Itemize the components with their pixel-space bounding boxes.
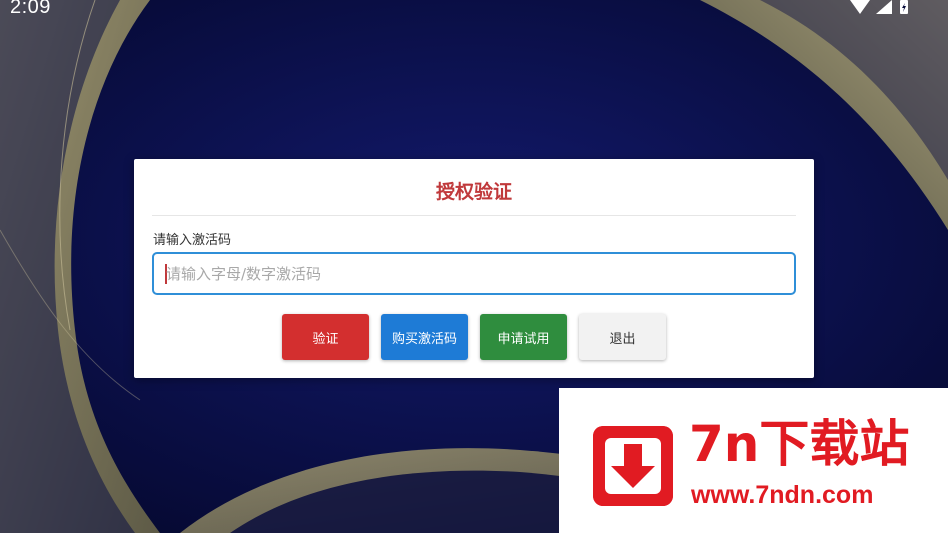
- exit-button[interactable]: 退出: [579, 314, 666, 360]
- app-screen: 2:09 授权验证 请输入激活码 请输入字母/数字激活码 验证 购买激活码 申请…: [0, 0, 948, 533]
- buy-activation-code-button[interactable]: 购买激活码: [381, 314, 468, 360]
- status-icons: [850, 0, 910, 14]
- watermark-brand: 7n下载站: [689, 415, 910, 473]
- activation-code-input[interactable]: 请输入字母/数字激活码: [152, 252, 796, 295]
- request-trial-button[interactable]: 申请试用: [480, 314, 567, 360]
- license-dialog: 授权验证 请输入激活码 请输入字母/数字激活码 验证 购买激活码 申请试用 退出: [134, 159, 814, 378]
- watermark-url: www.7ndn.com: [691, 481, 874, 509]
- cellular-signal-icon: [876, 0, 892, 14]
- verify-button[interactable]: 验证: [282, 314, 369, 360]
- status-bar: 2:09: [0, 0, 948, 22]
- battery-icon: [900, 0, 908, 14]
- wifi-icon: [850, 0, 870, 14]
- download-arrow-icon: [593, 426, 673, 506]
- status-time: 2:09: [10, 0, 51, 18]
- input-placeholder: 请输入字母/数字激活码: [166, 265, 322, 283]
- activation-code-label: 请输入激活码: [153, 233, 232, 248]
- watermark-banner: 7n下载站 www.7ndn.com: [559, 388, 948, 533]
- dialog-title: 授权验证: [435, 181, 512, 203]
- dialog-divider: [152, 215, 796, 216]
